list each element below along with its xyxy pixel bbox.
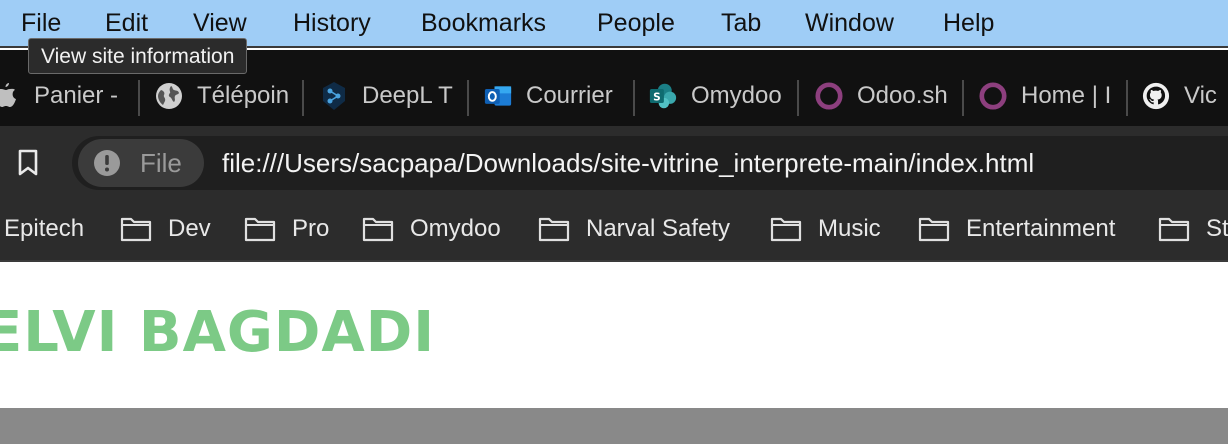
folder-icon [362, 217, 394, 242]
folder-icon [918, 217, 950, 242]
tab-separator [1126, 80, 1128, 116]
bookmark-epitech[interactable]: Epitech [4, 198, 84, 260]
bookmark-label: Narval Safety [586, 215, 731, 242]
toolbar: File file:///Users/sacpapa/Downloads/sit… [0, 126, 1228, 198]
tab-odoo-sh[interactable]: Odoo.sh [815, 76, 955, 116]
bookmark-label: Entertainment [966, 215, 1116, 242]
url-text[interactable]: file:///Users/sacpapa/Downloads/site-vit… [222, 136, 1034, 190]
tab-separator [302, 80, 304, 116]
gray-band [0, 408, 1228, 444]
folder-icon [1158, 217, 1190, 242]
folder-icon [120, 217, 152, 242]
tab-panier[interactable]: Panier - [0, 76, 130, 116]
bookmark-label: Epitech [4, 215, 85, 242]
bookmark-label: Pro [292, 215, 330, 242]
folder-icon [244, 217, 276, 242]
chip-label: File [140, 147, 182, 178]
odoo-icon [979, 82, 1007, 110]
folder-icon [770, 217, 802, 242]
bookmark-folder-entertainment[interactable]: Entertainment [918, 198, 1115, 260]
menu-people[interactable]: People [597, 0, 675, 47]
odoo-icon [815, 82, 843, 110]
site-title: ELVI BAGDADI [0, 300, 436, 365]
deepl-icon [320, 82, 348, 110]
info-icon [92, 148, 122, 178]
bookmark-folder-omydoo[interactable]: Omydoo [362, 198, 501, 260]
outlook-icon [484, 82, 512, 110]
tab-outlook[interactable]: Courrier [484, 76, 624, 116]
bookmark-label: Omydoo [410, 215, 501, 242]
tab-label: Courrier [526, 82, 613, 109]
menu-history[interactable]: History [293, 0, 371, 47]
tab-separator [962, 80, 964, 116]
bookmark-folder-st[interactable]: St [1158, 198, 1228, 260]
tab-separator [633, 80, 635, 116]
tab-label: Vic [1184, 82, 1217, 109]
bookmark-icon[interactable] [16, 148, 40, 178]
tab-home[interactable]: Home | I [979, 76, 1119, 116]
site-info-chip[interactable]: File [78, 139, 204, 187]
tab-label: DeepL T [362, 82, 453, 109]
tab-omydoo[interactable]: S Omydoo [649, 76, 791, 116]
svg-text:S: S [653, 91, 661, 103]
folder-icon [538, 217, 570, 242]
menu-tab[interactable]: Tab [721, 0, 761, 47]
bookmark-label: Music [818, 215, 881, 242]
menu-bookmarks[interactable]: Bookmarks [421, 0, 546, 47]
bookmarks-bar: Epitech Dev Pro Omydoo Narval Safety Mus… [0, 198, 1228, 262]
tab-github[interactable]: Vic [1142, 76, 1228, 116]
globe-icon [155, 82, 183, 110]
tab-telepoint[interactable]: Télépoin [155, 76, 295, 116]
address-bar[interactable]: File file:///Users/sacpapa/Downloads/sit… [72, 136, 1228, 190]
bookmark-label: Dev [168, 215, 211, 242]
sharepoint-icon: S [649, 82, 677, 110]
tab-separator [138, 80, 140, 116]
menu-window[interactable]: Window [805, 0, 894, 47]
tab-separator [467, 80, 469, 116]
bookmark-label: St [1206, 215, 1228, 242]
tab-label: Panier - [34, 82, 119, 109]
tab-label: Odoo.sh [857, 82, 948, 109]
tab-label: Home | I [1021, 82, 1112, 109]
apple-icon [0, 82, 20, 110]
bookmark-folder-narval-safety[interactable]: Narval Safety [538, 198, 730, 260]
tab-separator [797, 80, 799, 116]
page-content: ELVI BAGDADI [0, 262, 1228, 408]
github-icon [1142, 82, 1170, 110]
menu-help[interactable]: Help [943, 0, 994, 47]
bookmark-folder-pro[interactable]: Pro [244, 198, 329, 260]
bookmark-folder-dev[interactable]: Dev [120, 198, 211, 260]
tab-label: Télépoin [197, 82, 290, 109]
tab-label: Omydoo [691, 82, 782, 109]
bookmark-folder-music[interactable]: Music [770, 198, 881, 260]
tab-deepl[interactable]: DeepL T [320, 76, 460, 116]
site-info-tooltip: View site information [28, 38, 248, 74]
